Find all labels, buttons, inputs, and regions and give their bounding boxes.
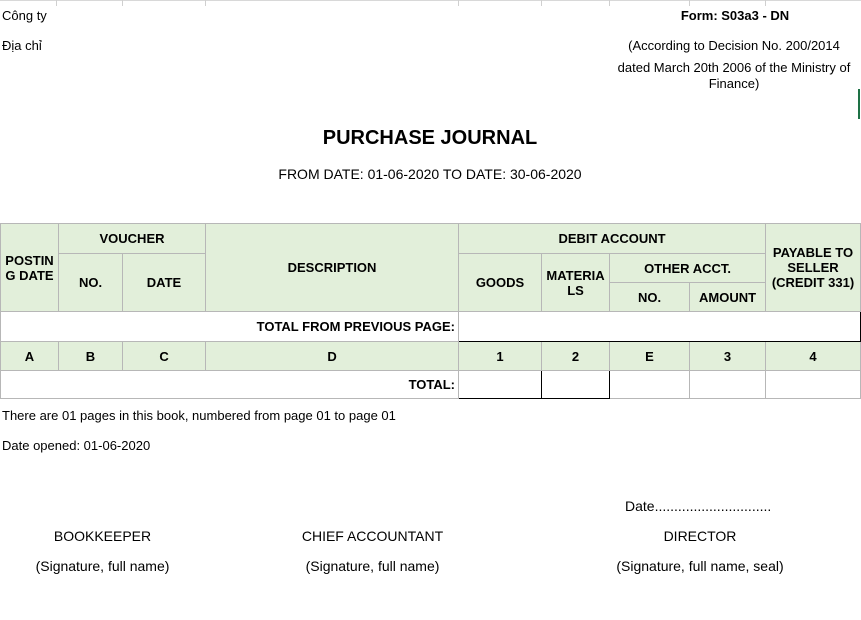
- total-payable-cell[interactable]: [765, 370, 861, 399]
- materials-header: MATERIA LS: [541, 253, 611, 312]
- grid-column-line: [609, 0, 610, 6]
- total-goods-cell[interactable]: [458, 370, 543, 399]
- bookkeeper-signature-note: (Signature, full name): [35, 558, 170, 574]
- goods-header: GOODS: [458, 253, 543, 312]
- bookkeeper-label: BOOKKEEPER: [53, 528, 152, 544]
- total-label: TOTAL:: [0, 370, 460, 399]
- date-range: FROM DATE: 01-06-2020 TO DATE: 30-06-202…: [278, 166, 582, 182]
- grid-column-line: [458, 0, 459, 6]
- date-opened: Date opened: 01-06-2020: [2, 438, 151, 453]
- decision-line-3: Finance): [708, 76, 760, 91]
- column-code-cell: 2: [541, 341, 611, 371]
- company-label: Công ty: [2, 8, 47, 23]
- payable-header: PAYABLE TO SELLER (CREDIT 331): [765, 223, 861, 312]
- grid-column-line: [122, 0, 123, 6]
- voucher-header: VOUCHER: [57, 223, 207, 254]
- column-code-cell: 1: [458, 341, 543, 371]
- director-signature-note: (Signature, full name, seal): [616, 558, 784, 574]
- total-previous-value-cell[interactable]: [458, 311, 861, 342]
- column-code-cell: E: [609, 341, 691, 371]
- chief-accountant-signature-note: (Signature, full name): [305, 558, 440, 574]
- other-amount-header: AMOUNT: [689, 282, 767, 312]
- voucher-date-header: DATE: [121, 253, 207, 312]
- voucher-no-header: NO.: [58, 253, 123, 312]
- column-code-cell: 3: [689, 341, 767, 371]
- sheet-top-border: [0, 0, 861, 1]
- other-acct-header: OTHER ACCT.: [609, 253, 767, 283]
- debit-account-header: DEBIT ACCOUNT: [458, 223, 767, 254]
- grid-column-line: [56, 0, 57, 6]
- grid-column-line: [689, 0, 690, 6]
- grid-column-line: [765, 0, 766, 6]
- column-code-cell: 4: [765, 341, 861, 371]
- grid-column-line: [205, 0, 206, 6]
- grid-column-line: [541, 0, 542, 6]
- total-materials-cell[interactable]: [541, 370, 611, 399]
- posting-date-header: POSTIN G DATE: [0, 223, 59, 312]
- purchase-journal-table: POSTIN G DATE VOUCHER DESCRIPTION DEBIT …: [0, 223, 861, 399]
- total-other-amount-cell[interactable]: [689, 370, 767, 399]
- director-label: DIRECTOR: [663, 528, 737, 544]
- page-title: PURCHASE JOURNAL: [322, 127, 538, 149]
- address-label: Địa chỉ: [2, 38, 42, 53]
- column-code-cell: A: [0, 341, 59, 371]
- signature-date-line: Date..............................: [625, 498, 772, 514]
- column-code-cell: D: [205, 341, 460, 371]
- description-header: DESCRIPTION: [205, 223, 460, 312]
- column-code-cell: B: [58, 341, 123, 371]
- chief-accountant-label: CHIEF ACCOUNTANT: [301, 528, 444, 544]
- decision-line-2: dated March 20th 2006 of the Ministry of: [617, 60, 851, 75]
- pages-note: There are 01 pages in this book, numbere…: [2, 408, 396, 423]
- column-code-cell: C: [121, 341, 207, 371]
- total-other-no-cell[interactable]: [609, 370, 691, 399]
- total-previous-label: TOTAL FROM PREVIOUS PAGE:: [0, 311, 460, 342]
- decision-line-1: (According to Decision No. 200/2014: [628, 38, 840, 53]
- other-no-header: NO.: [609, 282, 691, 312]
- form-code: Form: S03a3 - DN: [680, 8, 790, 23]
